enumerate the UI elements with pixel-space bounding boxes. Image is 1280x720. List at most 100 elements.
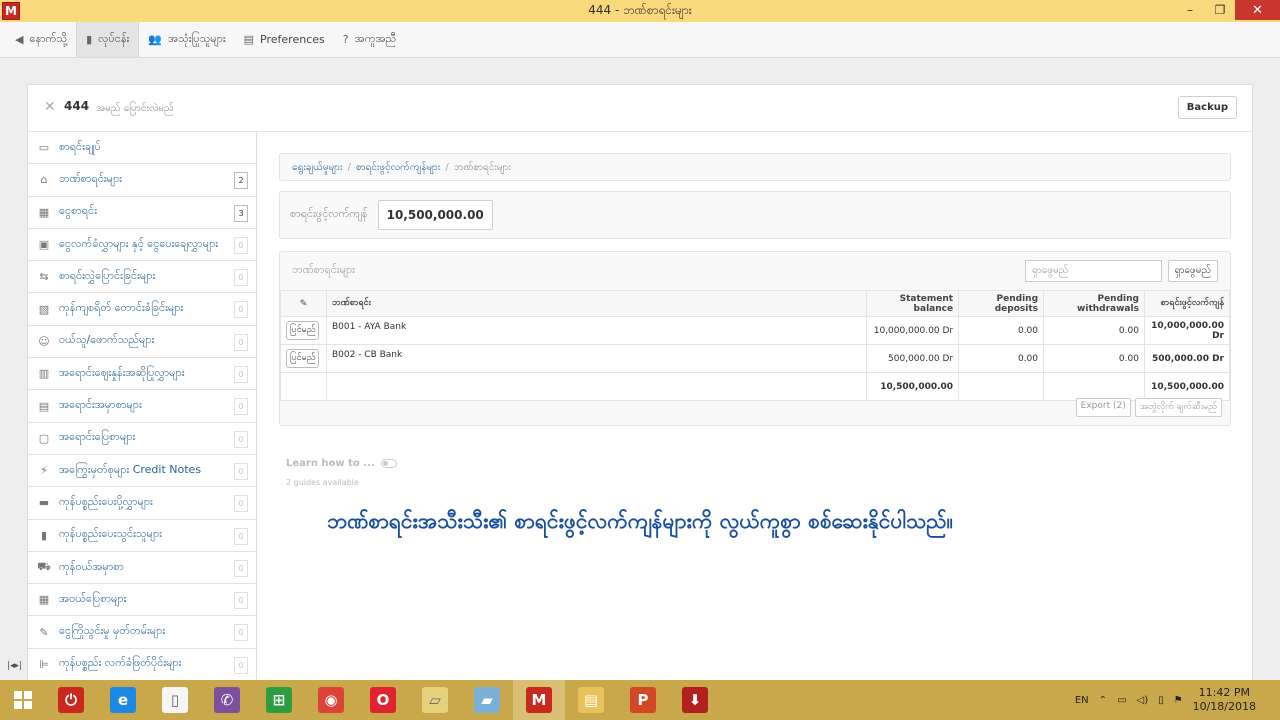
edit-column-icon: ✎ <box>280 290 327 317</box>
taskbar-app-button[interactable]: ⬇ <box>669 680 721 720</box>
sidebar-item-count-badge: 0 <box>234 269 248 287</box>
business-header: ✕ 444 အမည် ပြောင်းလဲမည် Backup <box>28 85 1252 132</box>
restore-button[interactable]: ❐ <box>1205 0 1235 20</box>
network-icon[interactable]: ▯ <box>1158 695 1164 706</box>
building-icon: ▮ <box>86 33 93 46</box>
account-name: B002 - CB Bank <box>325 344 868 373</box>
sidebar-item-label: ကုန်ကျစရိတ် တောင်းခံခြင်းများ <box>59 301 184 315</box>
toolbar-back-button[interactable]: ◀ နောက်သို့ <box>6 22 76 57</box>
clock[interactable]: 11:42 PM 10/18/2018 <box>1193 686 1256 714</box>
total-empty-cell <box>1043 372 1145 401</box>
taskbar-app-button[interactable]: M <box>513 680 565 720</box>
taskbar-app-button[interactable]: ▤ <box>565 680 617 720</box>
sidebar-item[interactable]: ▤ အရောင်းအမှာစာများ 0 <box>28 390 256 423</box>
sidebar-item[interactable]: ☺ ဝယ်သူ/ဖောက်သည်များ 0 <box>28 326 256 359</box>
sidebar-item-label: အရောင်းဈေးနှုန်းအဆိုပြုလွှာများ <box>59 365 185 379</box>
search-input[interactable]: ရှာဖွေမည် <box>1025 260 1162 282</box>
notes-icon: ▰ <box>474 687 500 713</box>
internet-explorer-icon: e <box>110 687 136 713</box>
clock-date: 10/18/2018 <box>1192 700 1256 713</box>
pending-deposits[interactable]: 0.00 <box>958 316 1045 345</box>
edit-row-button[interactable]: ပြင်မည် <box>286 349 320 368</box>
manager-icon: M <box>526 687 552 713</box>
column-header-pending-deposits[interactable]: Pending deposits <box>958 290 1045 317</box>
sidebar-item[interactable]: ▦ ငွေစာရင်း 3 <box>28 197 256 229</box>
toolbar-users-button[interactable]: 👥 အသုံးပြုသူများ <box>139 22 234 57</box>
language-indicator[interactable]: EN <box>1075 695 1089 706</box>
taskbar-app-button[interactable]: ⊞ <box>253 680 305 720</box>
breadcrumb-settings-link[interactable]: ရွေးချယ်မှုများ <box>292 160 342 175</box>
sales-order-icon: ▤ <box>38 399 50 413</box>
toolbar-users-label: အသုံးပြုသူများ <box>168 31 226 45</box>
column-header-account[interactable]: ဘဏ်စာရင်း <box>325 290 868 317</box>
sidebar-item[interactable]: ✎ ငွေကြိုသွင်းမှု မှတ်တမ်းများ 0 <box>28 616 256 649</box>
sidebar-item[interactable]: ▢ အရောင်းပြေစာများ 0 <box>28 423 256 455</box>
volume-icon[interactable]: ◁) <box>1137 695 1149 706</box>
sidebar-item-count-badge: 0 <box>234 559 248 577</box>
toolbar-business-button[interactable]: ▮ လုပ်ငန်း <box>76 22 140 57</box>
breadcrumb: ရွေးချယ်မှုများ / စာရင်းဖွင့်လက်ကျန်များ… <box>279 153 1231 181</box>
sidebar-item[interactable]: ⚡ အကြွေးမှတ်စုများ Credit Notes 0 <box>28 455 256 488</box>
taskbar-app-button[interactable]: ✆ <box>201 680 253 720</box>
rename-company-link[interactable]: အမည် ပြောင်းလဲမည် <box>96 101 174 116</box>
batch-edit-button[interactable]: အတွဲလိုက် ချက်ဆီးမည် <box>1134 398 1222 417</box>
total-empty-cell <box>325 372 868 401</box>
sidebar-item[interactable]: ⌂ ဘဏ်စာရင်းများ 2 <box>28 164 256 197</box>
taskbar-app-button[interactable]: P <box>617 680 669 720</box>
bank-accounts-table: ✎ ဘဏ်စာရင်း Statement balance Pending de… <box>280 290 1231 401</box>
guides-toggle[interactable] <box>380 459 397 468</box>
taskbar-app-button[interactable]: e <box>97 680 149 720</box>
learn-how-to[interactable]: Learn how to ... <box>286 458 397 469</box>
users-icon: 👥 <box>148 33 163 46</box>
column-header-pending-withdrawals[interactable]: Pending withdrawals <box>1043 290 1145 317</box>
cart-icon: ⛟ <box>37 560 51 573</box>
taskbar-app-button[interactable]: ▯ <box>149 680 201 720</box>
sidebar-item[interactable]: ▭ စာရင်းချုပ် <box>28 132 256 165</box>
battery-icon[interactable]: ▭ <box>1117 695 1126 706</box>
sidebar-item[interactable]: ⇆ စာရင်းလွှဲပြောင်းခြင်းများ 0 <box>28 261 256 294</box>
flag-icon[interactable]: ⚑ <box>1174 695 1183 706</box>
search-button[interactable]: ရှာဖွေမည် <box>1167 260 1218 282</box>
sidebar-item-count-badge: 0 <box>234 333 248 351</box>
sidebar-item-label: အဝယ်ပြေစာများ <box>59 591 127 605</box>
breadcrumb-opening-balances-link[interactable]: စာရင်းဖွင့်လက်ကျန်များ <box>356 160 440 175</box>
column-header-statement-balance[interactable]: Statement balance <box>866 290 960 317</box>
edit-row-button[interactable]: ပြင်မည် <box>286 321 320 340</box>
sidebar-item[interactable]: ▧ ကုန်ကျစရိတ် တောင်းခံခြင်းများ 0 <box>28 293 256 326</box>
pending-deposits[interactable]: 0.00 <box>958 344 1045 373</box>
credit-note-icon: ⚡ <box>40 464 48 478</box>
sidebar-item[interactable]: ▦ အဝယ်ပြေစာများ 0 <box>28 584 256 617</box>
window-controls: – ❐ ✕ <box>1175 0 1280 22</box>
sidebar-item[interactable]: ⛟ ကုန်ဝယ်အမှာစာ 0 <box>28 552 256 585</box>
table-total-row: 10,500,000.00 10,500,000.00 <box>280 372 1231 401</box>
sidebar-item-label: ဘဏ်စာရင်းများ <box>59 171 122 185</box>
start-button[interactable] <box>0 680 45 720</box>
toolbar-business-label: လုပ်ငန်း <box>98 31 130 45</box>
toolbar-preferences-button[interactable]: ▤ Preferences <box>235 22 334 57</box>
taskbar-app-button[interactable]: O <box>357 680 409 720</box>
sidebar-item[interactable]: ⊫ ကုန်ပစ္စည်း လက်ခံဖြတ်ပိုင်းများ 0 <box>28 649 256 682</box>
toolbar-help-button[interactable]: ? အကူအညီ <box>334 22 405 57</box>
dock-toggle-icon[interactable]: |◂▸| <box>7 661 22 671</box>
taskbar-app-button[interactable]: ◉ <box>305 680 357 720</box>
pending-withdrawals[interactable]: 0.00 <box>1043 344 1145 373</box>
sidebar-item-count-badge: 0 <box>234 462 248 480</box>
column-header-opening-balance[interactable]: စာရင်းဖွင့်လက်ကျန် <box>1143 290 1231 317</box>
taskbar-app-button[interactable]: ▰ <box>461 680 513 720</box>
file-explorer-icon: ▤ <box>578 687 604 713</box>
sidebar-item[interactable]: ▣ ငွေလက်ခံလွှာများ နှင့် ငွေပေးချေလွှာမျာ… <box>28 229 256 262</box>
pending-withdrawals[interactable]: 0.00 <box>1043 316 1145 345</box>
sidebar-item-label: အရောင်းပြေစာများ <box>59 430 136 444</box>
sidebar-item[interactable]: ▥ အရောင်းဈေးနှုန်းအဆိုပြုလွှာများ 0 <box>28 358 256 391</box>
taskbar-app-button[interactable]: ⏻ <box>45 680 97 720</box>
taskbar-app-button[interactable]: ▱ <box>409 680 461 720</box>
store-icon: ⊞ <box>266 687 292 713</box>
system-tray: EN ⌃ ▭ ◁) ▯ ⚑ 11:42 PM 10/18/2018 <box>1075 680 1280 720</box>
export-button[interactable]: Export (2) <box>1075 398 1131 417</box>
minimize-button[interactable]: – <box>1175 0 1205 20</box>
backup-button[interactable]: Backup <box>1177 96 1237 119</box>
close-window-button[interactable]: ✕ <box>1235 0 1280 20</box>
close-business-icon[interactable]: ✕ <box>44 99 56 115</box>
tray-chevron-icon[interactable]: ⌃ <box>1099 695 1107 706</box>
breadcrumb-separator: / <box>445 161 449 173</box>
